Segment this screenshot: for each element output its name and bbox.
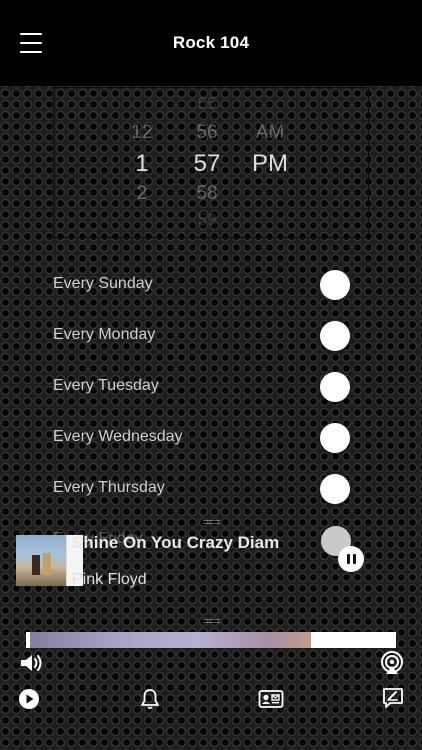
progress-start-marker — [26, 632, 30, 648]
repeat-label: Every Thursday — [53, 479, 165, 496]
hour-option[interactable]: 2 — [112, 183, 172, 205]
progress-fill — [26, 632, 311, 648]
drag-handle-icon[interactable] — [203, 619, 220, 625]
minute-option[interactable]: 59 — [177, 210, 237, 230]
hour-wheel[interactable]: 12 1 2 — [112, 88, 172, 237]
wednesday-toggle[interactable] — [320, 423, 350, 453]
ampm-wheel[interactable]: AM PM — [240, 88, 300, 237]
page-title: Rock 104 — [172, 33, 250, 52]
album-art — [16, 535, 67, 586]
minute-option[interactable]: 55 — [177, 94, 237, 114]
thursday-toggle[interactable] — [320, 474, 350, 504]
top-bar: Rock 104 — [0, 0, 422, 86]
compose-message-icon[interactable] — [382, 687, 404, 709]
repeat-row-sunday: Every Sunday — [53, 270, 353, 300]
minute-option[interactable]: 58 — [177, 183, 237, 205]
speaker-volume-icon[interactable] — [19, 652, 45, 674]
repeat-label: Every Monday — [53, 326, 156, 343]
repeat-row-thursday: Every Thursday — [53, 474, 353, 504]
artist-name: Pink Floyd — [72, 571, 147, 588]
minute-option[interactable]: 56 — [177, 122, 237, 144]
repeat-label: Every Sunday — [53, 275, 153, 292]
hour-option[interactable]: 12 — [112, 122, 172, 144]
now-playing-panel: Shine On You Crazy Diam Pink Floyd — [16, 526, 406, 623]
hamburger-menu-icon[interactable] — [20, 33, 42, 53]
ampm-selected[interactable]: PM — [240, 150, 300, 178]
time-picker[interactable]: 12 1 2 55 56 57 58 59 AM PM — [53, 87, 369, 238]
repeat-row-tuesday: Every Tuesday — [53, 372, 353, 402]
drag-handle-icon[interactable] — [203, 520, 220, 526]
repeat-row-wednesday: Every Wednesday — [53, 423, 353, 453]
sunday-toggle[interactable] — [320, 270, 350, 300]
hour-selected[interactable]: 1 — [112, 150, 172, 178]
contact-card-icon[interactable] — [258, 688, 284, 710]
minute-selected[interactable]: 57 — [177, 150, 237, 178]
minute-wheel[interactable]: 55 56 57 58 59 — [177, 88, 237, 237]
ampm-option[interactable]: AM — [240, 122, 300, 144]
airplay-icon[interactable] — [379, 651, 405, 675]
monday-toggle[interactable] — [320, 321, 350, 351]
song-title: Shine On You Crazy Diam — [72, 533, 280, 552]
repeat-row-monday: Every Monday — [53, 321, 353, 351]
repeat-label: Every Tuesday — [53, 377, 159, 394]
play-icon[interactable] — [18, 688, 40, 710]
bell-icon[interactable] — [140, 688, 160, 710]
playback-progress-bar[interactable] — [26, 632, 396, 648]
tuesday-toggle[interactable] — [320, 372, 350, 402]
pause-icon[interactable] — [338, 546, 364, 572]
repeat-label: Every Wednesday — [53, 428, 183, 445]
